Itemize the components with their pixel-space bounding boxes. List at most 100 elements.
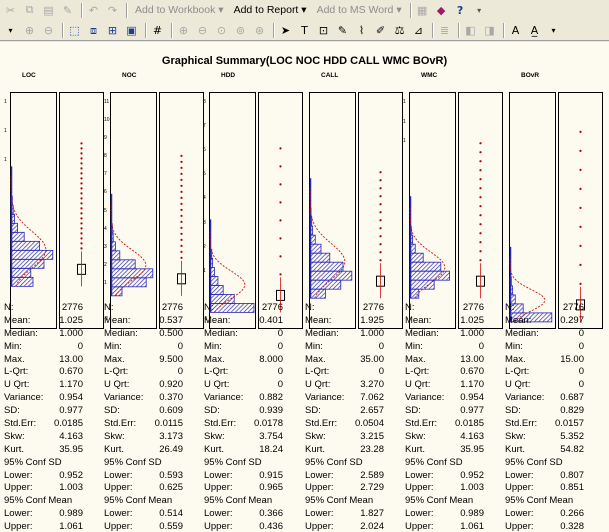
stat-value: 1.000 <box>360 327 384 339</box>
help-icon[interactable]: ? <box>452 2 469 19</box>
stat-label: Mean: <box>505 314 532 326</box>
stat-value: 0.370 <box>159 392 183 404</box>
stat-label: Max. <box>4 353 25 365</box>
stat-row-mean: Mean: 0.537 <box>104 315 200 328</box>
y-tick-label: 6 <box>203 147 206 154</box>
stat-value: 35.95 <box>460 443 484 455</box>
dropdown-arrow-icon[interactable]: ▾ <box>2 22 19 39</box>
stat-row-min: Min: 0 <box>305 341 401 354</box>
box-plot-outlier <box>479 178 482 181</box>
box-plot-outlier <box>379 235 382 238</box>
insert-icon[interactable]: ⊡ <box>315 22 332 39</box>
stack-icon[interactable]: ◨ <box>481 22 498 39</box>
stat-label: Kurt. <box>204 443 225 455</box>
zoom-region-icon[interactable]: ⊛ <box>251 22 268 39</box>
zoom-icon[interactable]: ⊕ <box>21 22 38 39</box>
stat-value: 9.500 <box>159 353 183 365</box>
stat-row-median: Median: 1.000 <box>4 328 100 341</box>
panel-label: BOvR <box>521 72 540 79</box>
box-plot-outlier <box>579 130 582 133</box>
stat-row-sd-upper: Upper: 0.965 <box>204 482 300 495</box>
stat-row-sd-upper: Upper: 2.729 <box>305 482 401 495</box>
stat-value: 0 <box>478 340 484 352</box>
stat-value: 15.00 <box>560 353 584 365</box>
stat-row-mean: Mean: 1.025 <box>4 315 100 328</box>
paste-icon[interactable]: ▤ <box>40 2 57 19</box>
box-plot-outlier <box>80 212 83 215</box>
stat-row-sd: SD: 2.657 <box>305 405 401 418</box>
zoom-minus-icon[interactable]: ⊖ <box>194 22 211 39</box>
hash-icon[interactable]: # <box>149 22 166 39</box>
scale-icon[interactable]: ⚖ <box>391 22 408 39</box>
box-plot-outlier <box>80 227 83 230</box>
stat-value: 35.00 <box>360 353 384 365</box>
brush-icon[interactable]: ⌇ <box>353 22 370 39</box>
redo-icon[interactable]: ↷ <box>104 2 121 19</box>
stat-row-sd-lower: Lower: 0.593 <box>104 470 200 483</box>
toolbar-separator <box>126 2 127 18</box>
chevron-down-icon[interactable]: ▾ <box>545 22 562 39</box>
zoom-out-icon[interactable]: ⊖ <box>40 22 57 39</box>
undo-icon[interactable]: ↶ <box>85 2 102 19</box>
add-to-report-button[interactable]: Add to Report ▾ <box>229 4 312 16</box>
draw-icon[interactable]: ✐ <box>372 22 389 39</box>
stat-section-heading: 95% Conf SD <box>405 456 463 468</box>
stat-value: 2.024 <box>360 521 384 532</box>
add-to-workbook-button[interactable]: Add to Workbook ▾ <box>130 4 229 16</box>
text-icon[interactable]: T <box>296 22 313 39</box>
box-plot-outlier <box>479 241 482 244</box>
box-plot-outlier <box>379 211 382 214</box>
stat-value: 0.989 <box>59 508 83 520</box>
zoom-fit-icon[interactable]: ⊙ <box>213 22 230 39</box>
bars-icon[interactable]: ≣ <box>436 22 453 39</box>
format-icon[interactable]: ✎ <box>59 2 76 19</box>
gem-icon[interactable]: ◆ <box>433 2 450 19</box>
stat-value: 0.954 <box>460 392 484 404</box>
box-plot-outlier <box>379 195 382 198</box>
y-tick-label: 1 <box>403 138 406 145</box>
stat-value: 0 <box>277 366 283 378</box>
pointer-icon[interactable]: ➤ <box>277 22 294 39</box>
stat-value: 0.939 <box>259 405 283 417</box>
stat-label: Upper: <box>405 482 434 494</box>
grid-icon[interactable]: ▣ <box>123 22 140 39</box>
stat-value: 0.965 <box>259 482 283 494</box>
zoom-in-icon[interactable]: ⊕ <box>175 22 192 39</box>
layout-icon[interactable]: ▦ <box>414 2 431 19</box>
font-up-icon[interactable]: A <box>507 22 524 39</box>
graph-edit-icon[interactable]: ⊞ <box>104 22 121 39</box>
box-plot-outlier <box>80 202 83 205</box>
y-tick-label: 4 <box>203 195 206 202</box>
layers-icon[interactable]: ◧ <box>462 22 479 39</box>
y-tick-label: 5 <box>104 207 107 214</box>
panel-label: NOC <box>122 72 137 79</box>
stat-label: Upper: <box>305 521 334 532</box>
histogram-plot <box>10 92 57 329</box>
stat-row-n: N: 2776 <box>204 302 300 315</box>
edit-icon[interactable]: ✎ <box>334 22 351 39</box>
stat-label: Upper: <box>405 521 434 532</box>
stat-label: Median: <box>104 327 138 339</box>
y-tick-label: 1 <box>4 99 7 105</box>
graph-icon[interactable]: ⧈ <box>85 22 102 39</box>
stat-value: 0.0185 <box>454 418 484 430</box>
box-plot-outlier <box>379 251 382 254</box>
add-to-ms-word-button[interactable]: Add to MS Word ▾ <box>312 4 407 16</box>
stat-value: 0.559 <box>159 521 183 532</box>
select-region-icon[interactable]: ⬚ <box>66 22 83 39</box>
y-tick-label: 5 <box>203 171 206 178</box>
copy-icon[interactable]: ⧉ <box>21 2 38 19</box>
ruler-icon[interactable]: ⊿ <box>410 22 427 39</box>
histogram-frame <box>509 92 556 329</box>
stat-row-max: Max. 35.00 <box>305 354 401 367</box>
stat-label: SD: <box>305 405 321 417</box>
font-down-icon[interactable]: A̲ <box>526 22 543 39</box>
stat-label: Variance: <box>405 392 445 404</box>
stat-label: U Qrt: <box>305 379 331 391</box>
stat-value: 3.215 <box>360 430 384 442</box>
cut-icon[interactable]: ✂ <box>2 2 19 19</box>
chevron-down-icon[interactable]: ▾ <box>471 2 488 19</box>
graph-canvas[interactable]: Graphical Summary(LOC NOC HDD CALL WMC B… <box>0 42 609 532</box>
zoom-page-icon[interactable]: ⊚ <box>232 22 249 39</box>
stat-label: Mean: <box>4 314 31 326</box>
